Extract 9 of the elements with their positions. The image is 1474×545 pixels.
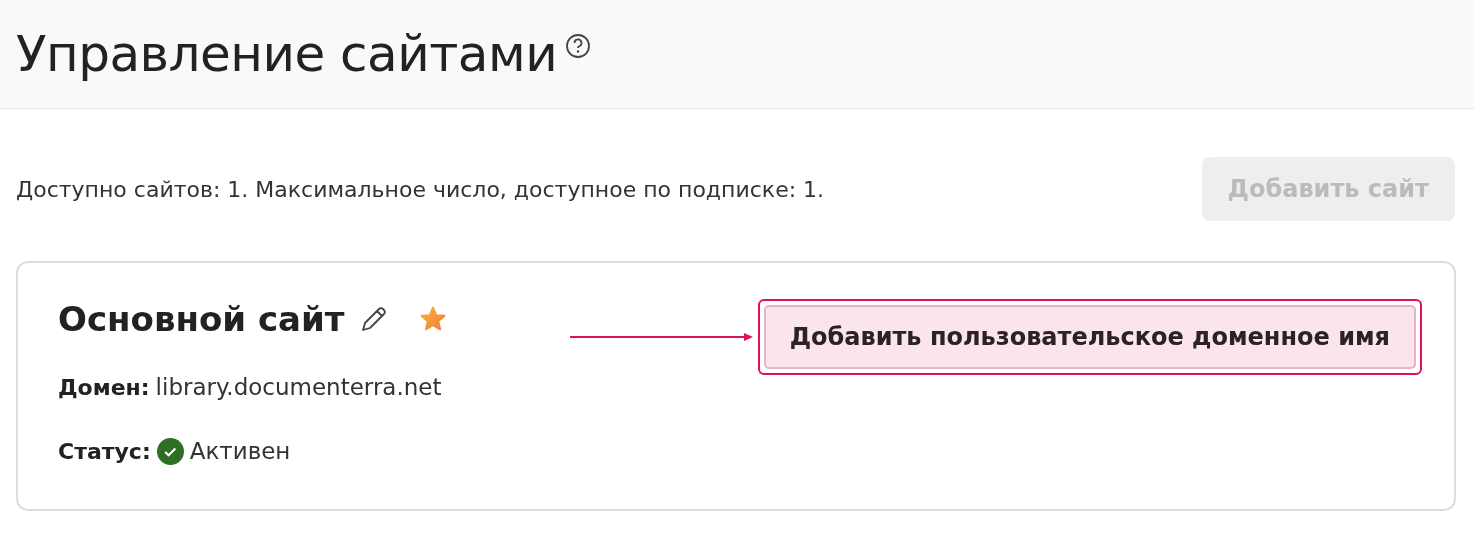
status-label: Статус:: [58, 438, 151, 467]
site-name: Основной сайт: [58, 299, 345, 340]
status-value: Активен: [189, 437, 291, 467]
domain-value: library.documenterra.net: [155, 372, 442, 402]
page-title: Управление сайтами: [16, 24, 558, 84]
domain-label: Домен:: [58, 373, 150, 402]
add-custom-domain-button[interactable]: Добавить пользовательское доменное имя: [763, 305, 1416, 369]
site-limit-text: Доступно сайтов: 1. Максимальное число, доступное по подписке: 1.: [16, 175, 825, 204]
help-icon[interactable]: [565, 33, 592, 59]
